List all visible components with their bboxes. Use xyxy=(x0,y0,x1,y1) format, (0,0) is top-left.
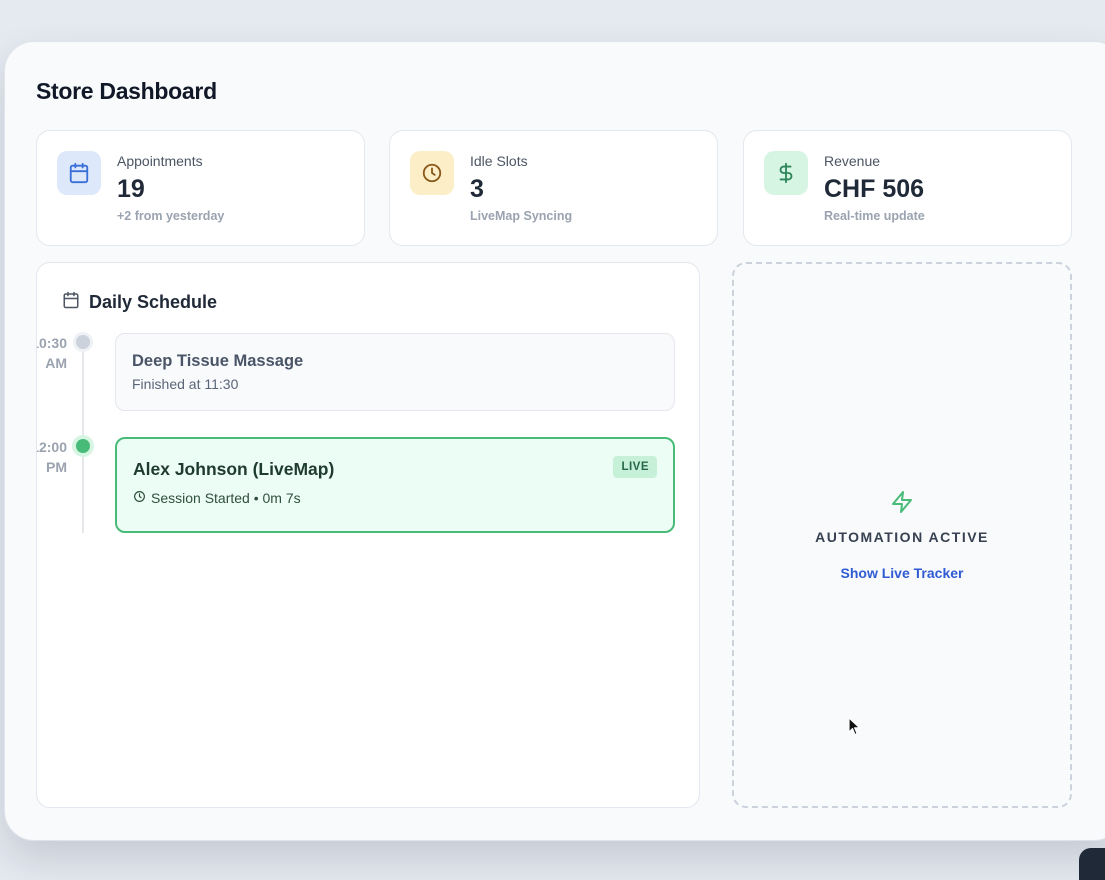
calendar-icon xyxy=(57,151,101,195)
event-card-deep-tissue-massage[interactable]: Deep Tissue Massage Finished at 11:30 xyxy=(115,333,675,411)
timeline-dot-done xyxy=(76,335,90,349)
live-badge: LIVE xyxy=(613,456,657,478)
time-hour: 12:00 xyxy=(37,439,67,455)
event-subtext: Session Started • 0m 7s xyxy=(151,490,301,506)
daily-schedule-panel: Daily Schedule 10:30 AM Deep Tissue Mass… xyxy=(36,262,700,808)
stat-label: Revenue xyxy=(824,153,881,169)
page-title: Store Dashboard xyxy=(36,78,217,104)
event-title: Deep Tissue Massage xyxy=(132,352,304,370)
time-hour: 10:30 xyxy=(37,335,67,351)
clock-icon xyxy=(133,490,146,506)
event-card-alex-johnson[interactable]: Alex Johnson (LiveMap) LIVE Session Star… xyxy=(115,437,675,533)
stat-subtext: Real-time update xyxy=(824,209,925,223)
stat-value: 3 xyxy=(470,175,484,203)
time-period: PM xyxy=(46,459,67,475)
event-subtext: Finished at 11:30 xyxy=(132,376,239,392)
schedule-title: Daily Schedule xyxy=(89,292,218,312)
dollar-icon xyxy=(764,151,808,195)
automation-panel: AUTOMATION ACTIVE Show Live Tracker xyxy=(732,262,1072,808)
schedule-header: Daily Schedule xyxy=(62,291,217,314)
calendar-icon xyxy=(62,291,80,314)
stat-card-revenue: Revenue CHF 506 Real-time update xyxy=(743,130,1072,246)
stat-subtext: +2 from yesterday xyxy=(117,209,225,223)
lightning-icon xyxy=(890,490,914,519)
automation-status: AUTOMATION ACTIVE xyxy=(815,529,989,545)
event-title: Alex Johnson (LiveMap) xyxy=(133,459,335,479)
stat-subtext: LiveMap Syncing xyxy=(470,209,573,223)
timeline-dot-live xyxy=(76,439,90,453)
stat-value: 19 xyxy=(117,175,145,203)
mouse-cursor-icon xyxy=(848,717,862,742)
event-time: 10:30 AM xyxy=(37,333,67,373)
stat-label: Idle Slots xyxy=(470,153,528,169)
show-live-tracker-link[interactable]: Show Live Tracker xyxy=(841,565,964,581)
floating-widget-button[interactable] xyxy=(1079,848,1105,880)
stat-card-appointments: Appointments 19 +2 from yesterday xyxy=(36,130,365,246)
event-subtext-row: Session Started • 0m 7s xyxy=(133,490,301,506)
stat-label: Appointments xyxy=(117,153,203,169)
dashboard-window: Store Dashboard Appointments 19 +2 from … xyxy=(4,41,1105,841)
stat-card-idle-slots: Idle Slots 3 LiveMap Syncing xyxy=(389,130,718,246)
stat-value: CHF 506 xyxy=(824,175,925,203)
clock-icon xyxy=(410,151,454,195)
time-period: AM xyxy=(45,355,67,371)
event-time: 12:00 PM xyxy=(37,437,67,477)
